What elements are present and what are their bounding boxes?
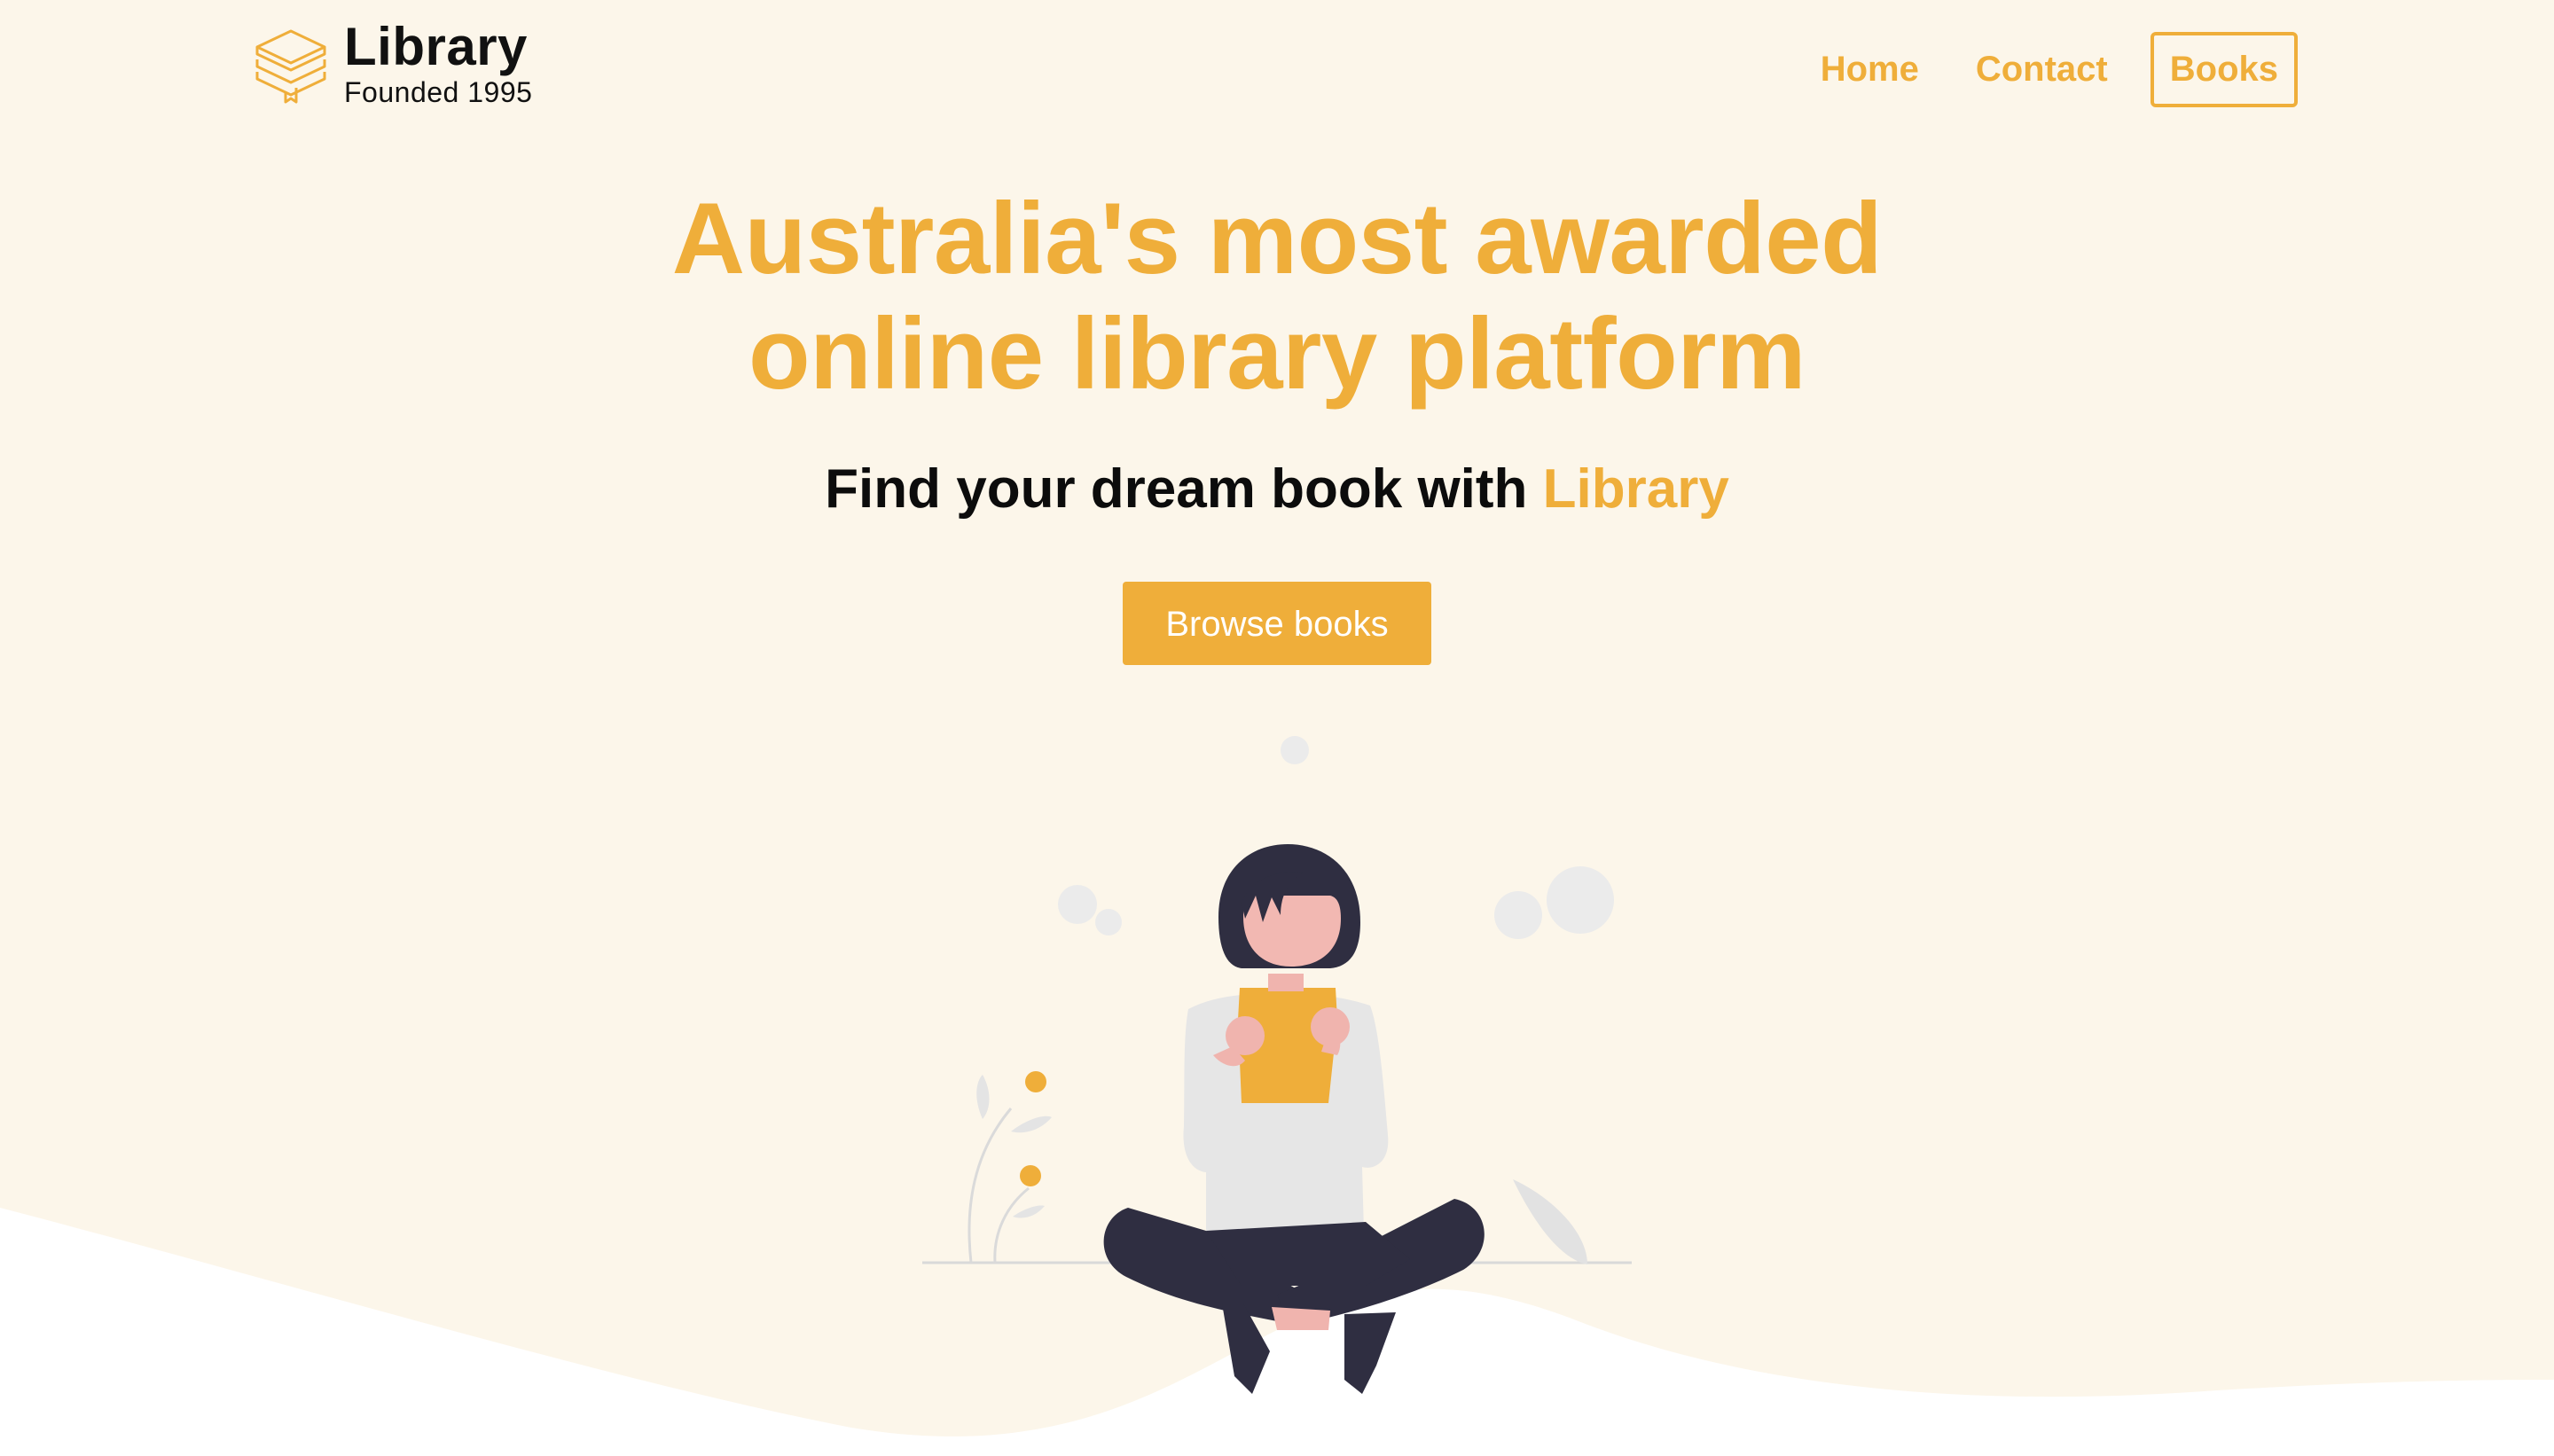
nav-home-link[interactable]: Home: [1821, 50, 1919, 90]
main-nav: Home Contact Books: [1764, 32, 2298, 107]
hero-title: Australia's most awarded online library …: [0, 182, 2554, 412]
plant-decoration: [968, 1071, 1052, 1264]
hero-subtitle: Find your dream book with Library: [0, 454, 2554, 525]
landing-page: Library Founded 1995 Home Contact Books …: [0, 0, 2554, 1456]
hero-title-line-2: online library platform: [748, 298, 1806, 411]
hero-subtitle-text: Find your dream book with: [825, 458, 1543, 520]
leaf-decoration: [1513, 1179, 1587, 1264]
stacked-books-icon: [255, 29, 326, 104]
nav-books-button[interactable]: Books: [2150, 32, 2298, 107]
hero-title-line-1: Australia's most awarded: [671, 183, 1883, 295]
site-logo[interactable]: Library Founded 1995: [254, 20, 532, 108]
nav-contact-link[interactable]: Contact: [1976, 50, 2108, 90]
browse-books-button[interactable]: Browse books: [1123, 582, 1431, 665]
logo-title: Library: [344, 17, 528, 76]
logo-subtitle: Founded 1995: [344, 76, 533, 108]
hero-subtitle-accent: Library: [1542, 458, 1729, 520]
